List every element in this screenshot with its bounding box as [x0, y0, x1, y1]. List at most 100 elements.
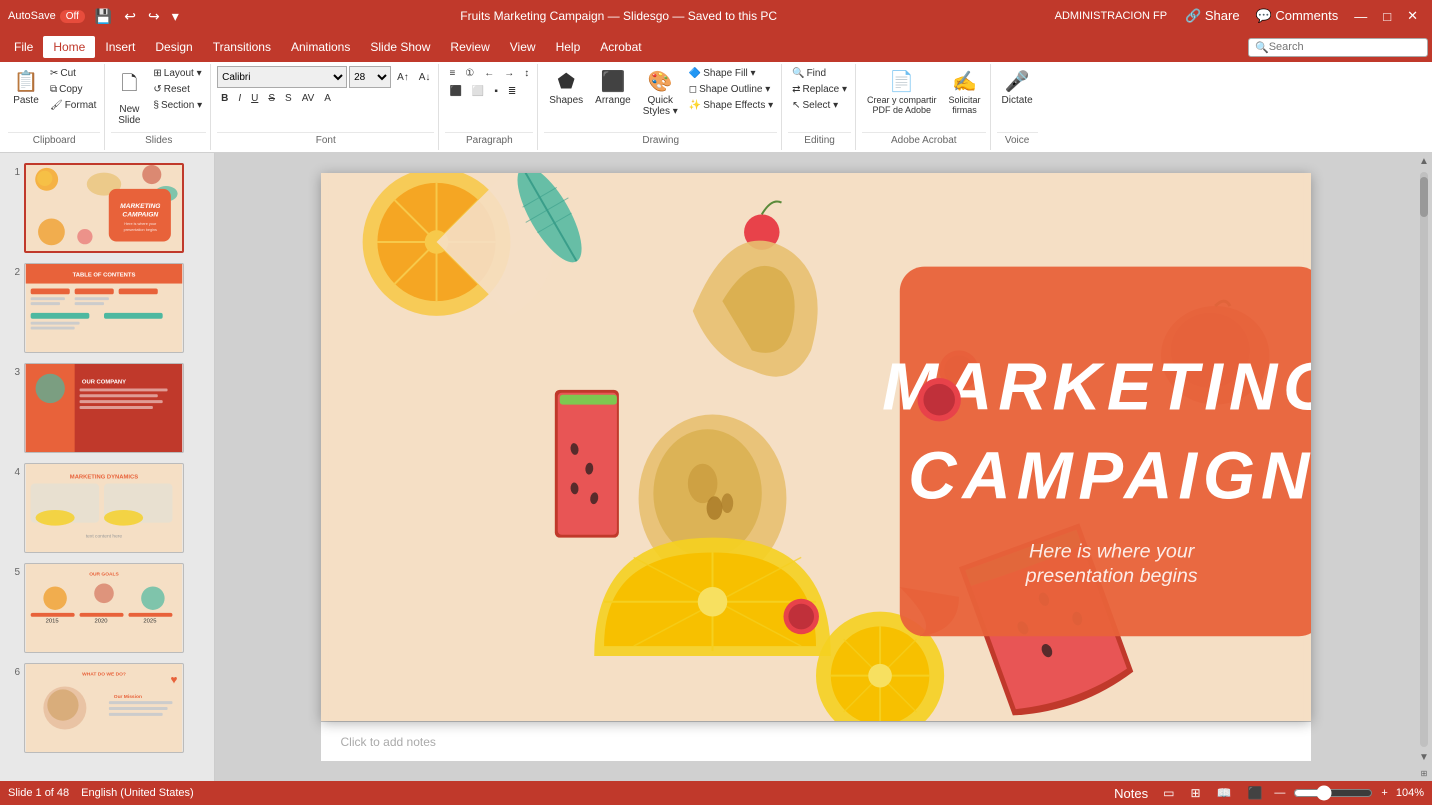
menu-slideshow[interactable]: Slide Show — [360, 36, 440, 58]
scroll-down-button[interactable]: ▼ — [1416, 749, 1432, 766]
align-center-button[interactable]: ⬜ — [468, 84, 488, 99]
share-button[interactable]: 🔗 Share — [1179, 6, 1246, 26]
scroll-thumb[interactable] — [1420, 177, 1428, 217]
select-button[interactable]: ↖ Select ▾ — [788, 98, 851, 113]
cut-button[interactable]: ✂ Cut — [46, 66, 100, 81]
section-icon: § — [153, 100, 159, 111]
italic-button[interactable]: I — [234, 91, 245, 106]
font-name-selector[interactable]: Calibri — [217, 66, 347, 88]
underline-button[interactable]: U — [247, 91, 262, 106]
scroll-fit-button[interactable]: ⊞ — [1418, 766, 1431, 781]
menu-design[interactable]: Design — [145, 36, 202, 58]
slide-preview-3: OUR COMPANY — [24, 363, 184, 453]
bullets-button[interactable]: ≡ — [445, 66, 459, 81]
minimize-button[interactable]: — — [1348, 7, 1373, 26]
slide-thumb-3[interactable]: 3 OUR COMPANY — [4, 361, 210, 455]
pdf-icon: 📄 — [889, 69, 914, 94]
slide-thumb-5[interactable]: 5 OUR GOALS 2015 2020 2025 — [4, 561, 210, 655]
shadow-button[interactable]: S — [281, 91, 296, 106]
notes-toggle-button[interactable]: Notes — [1111, 786, 1151, 801]
align-left-button[interactable]: ⬛ — [445, 84, 465, 99]
shape-fill-button[interactable]: 🔷 Shape Fill ▾ — [685, 66, 777, 81]
ribbon-search-box[interactable]: 🔍 — [1248, 38, 1428, 57]
font-color-button[interactable]: A — [320, 91, 335, 106]
scroll-up-button[interactable]: ▲ — [1416, 153, 1432, 170]
save-button[interactable]: 💾 — [91, 6, 116, 27]
shape-outline-button[interactable]: ◻ Shape Outline ▾ — [685, 82, 777, 97]
menu-animations[interactable]: Animations — [281, 36, 360, 58]
editing-label: Editing — [788, 132, 851, 148]
svg-text:text content here: text content here — [86, 533, 123, 539]
notes-area[interactable]: Click to add notes — [321, 721, 1311, 761]
slide-thumb-1[interactable]: 1 MARKETING CAMPAIGN Here is wher — [4, 161, 210, 255]
shapes-button[interactable]: ⬟ Shapes — [544, 66, 588, 109]
create-pdf-button[interactable]: 📄 Crear y compartirPDF de Adobe — [862, 66, 942, 118]
search-input[interactable] — [1269, 41, 1421, 53]
decrease-font-button[interactable]: A↓ — [415, 70, 435, 85]
view-normal-button[interactable]: ▭ — [1159, 784, 1178, 802]
font-label: Font — [217, 132, 434, 148]
arrange-button[interactable]: ⬛ Arrange — [590, 66, 636, 109]
status-bar: Slide 1 of 48 English (United States) No… — [0, 781, 1432, 805]
slide-thumb-2[interactable]: 2 TABLE OF CONTENTS — [4, 261, 210, 355]
drawing-content: ⬟ Shapes ⬛ Arrange 🎨 QuickStyles ▾ 🔷 Sha… — [544, 66, 777, 130]
slide-panel[interactable]: 1 MARKETING CAMPAIGN Here is wher — [0, 153, 215, 781]
menu-bar: File Home Insert Design Transitions Anim… — [0, 32, 1432, 62]
sign-button[interactable]: ✍ Solicitarfirmas — [944, 66, 986, 118]
slide-thumb-6[interactable]: 6 WHAT DO WE DO? Our Mission ♥ — [4, 661, 210, 755]
menu-home[interactable]: Home — [43, 36, 95, 58]
font-size-selector[interactable]: 28 — [349, 66, 391, 88]
dictate-button[interactable]: 🎤 Dictate — [997, 66, 1038, 109]
line-spacing-button[interactable]: ↕ — [520, 66, 533, 81]
format-painter-button[interactable]: 🖌 Format — [46, 98, 100, 113]
shape-outline-icon: ◻ — [689, 84, 697, 95]
layout-button[interactable]: ⊞ Layout ▾ — [149, 66, 206, 81]
maximize-button[interactable]: □ — [1377, 7, 1397, 26]
slide-preview-5: OUR GOALS 2015 2020 2025 — [24, 563, 184, 653]
comments-button[interactable]: 💬 Comments — [1250, 6, 1345, 26]
indent-right-button[interactable]: → — [500, 66, 518, 81]
numbering-button[interactable]: ① — [461, 66, 478, 81]
increase-font-button[interactable]: A↑ — [393, 70, 413, 85]
find-button[interactable]: 🔍 Find — [788, 66, 851, 81]
char-spacing-button[interactable]: AV — [298, 91, 319, 106]
justify-button[interactable]: ≣ — [504, 84, 520, 99]
view-grid-button[interactable]: ⊞ — [1186, 784, 1204, 802]
section-button[interactable]: § Section ▾ — [149, 98, 206, 113]
menu-review[interactable]: Review — [440, 36, 499, 58]
reset-button[interactable]: ↺ Reset — [149, 82, 206, 97]
view-presenter-button[interactable]: ⬛ — [1243, 784, 1266, 802]
align-right-button[interactable]: ▪ — [490, 84, 502, 99]
slide-num-2: 2 — [6, 267, 20, 278]
quick-styles-button[interactable]: 🎨 QuickStyles ▾ — [638, 66, 683, 120]
menu-transitions[interactable]: Transitions — [203, 36, 281, 58]
customize-button[interactable]: ▾ — [168, 6, 183, 27]
menu-insert[interactable]: Insert — [95, 36, 145, 58]
bold-button[interactable]: B — [217, 91, 232, 106]
menu-help[interactable]: Help — [546, 36, 591, 58]
adobe-label: Adobe Acrobat — [862, 132, 986, 148]
indent-left-button[interactable]: ← — [480, 66, 498, 81]
replace-button[interactable]: ⇄ Replace ▾ — [788, 82, 851, 97]
menu-view[interactable]: View — [500, 36, 546, 58]
slide-thumb-4[interactable]: 4 MARKETING DYNAMICS text content here — [4, 461, 210, 555]
menu-acrobat[interactable]: Acrobat — [590, 36, 651, 58]
shape-effects-button[interactable]: ✨ Shape Effects ▾ — [685, 98, 777, 113]
undo-button[interactable]: ↩ — [120, 6, 140, 27]
redo-button[interactable]: ↪ — [144, 6, 164, 27]
title-bar-right: ADMINISTRACION FP 🔗 Share 💬 Comments — □… — [1055, 6, 1424, 26]
slide-canvas[interactable]: MARKETING CAMPAIGN Here is where your pr… — [321, 173, 1311, 721]
strikethrough-button[interactable]: S — [264, 91, 279, 106]
voice-label: Voice — [997, 132, 1038, 148]
view-reader-button[interactable]: 📖 — [1213, 784, 1236, 802]
new-slide-button[interactable]: 🗋 NewSlide — [111, 66, 147, 129]
ribbon-content: 📋 Paste ✂ Cut ⧉ Copy 🖌 Format Clipboard … — [0, 62, 1432, 152]
close-button[interactable]: ✕ — [1401, 6, 1424, 26]
canvas-scrollbar[interactable]: ▲ ▼ ⊞ — [1416, 153, 1432, 781]
zoom-slider[interactable] — [1293, 785, 1373, 801]
editing-content: 🔍 Find ⇄ Replace ▾ ↖ Select ▾ — [788, 66, 851, 130]
autosave-toggle[interactable]: Off — [60, 10, 85, 23]
copy-button[interactable]: ⧉ Copy — [46, 82, 100, 97]
paste-button[interactable]: 📋 Paste — [8, 66, 44, 109]
menu-file[interactable]: File — [4, 36, 43, 58]
